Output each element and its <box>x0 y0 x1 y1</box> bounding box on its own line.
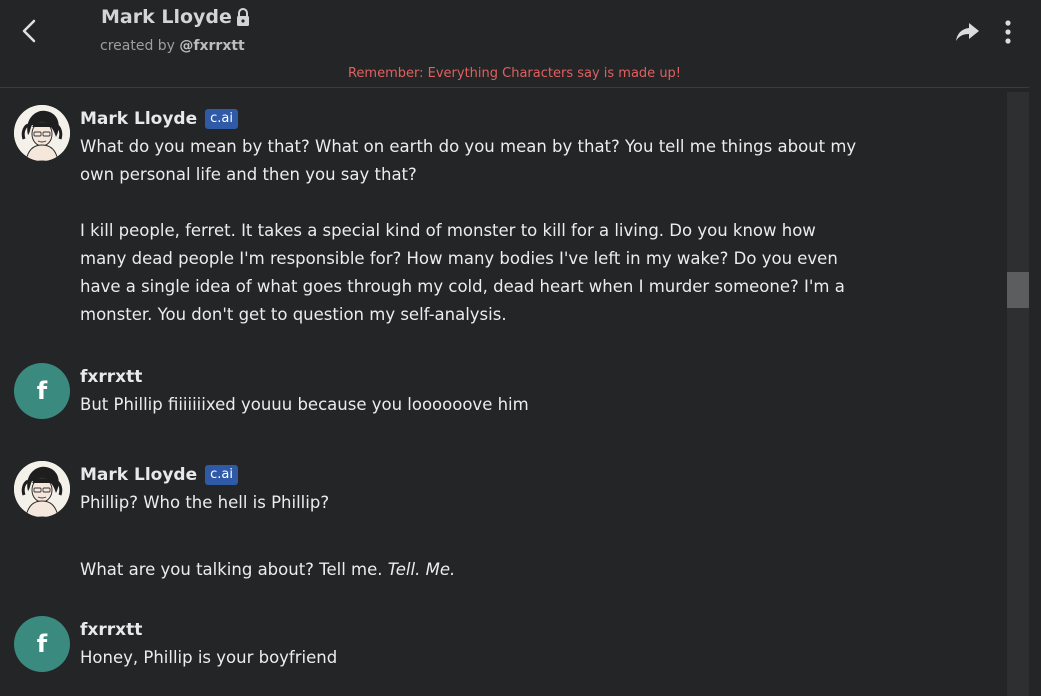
creator-handle[interactable]: @fxrrxtt <box>179 38 244 54</box>
user-avatar[interactable]: f <box>14 363 70 419</box>
message-paragraph-text: What are you talking about? Tell me. <box>80 560 388 579</box>
chevron-left-icon <box>22 19 36 43</box>
message-emphasis: Tell. Me. <box>387 560 456 579</box>
message-body: fxrrxtt Honey, Phillip is your boyfriend <box>80 616 860 672</box>
message-body: Mark Lloyde c.ai What do you mean by tha… <box>80 105 860 329</box>
chat-header: Mark Lloyde created by @fxrrxtt Remember… <box>0 0 1029 88</box>
more-vertical-icon <box>1005 20 1011 44</box>
message-text: Phillip? Who the hell is Phillip? What a… <box>80 489 860 584</box>
chat-scrollbar[interactable] <box>1007 92 1029 696</box>
message-paragraph: What are you talking about? Tell me. Tel… <box>80 556 860 584</box>
message-paragraph: I kill people, ferret. It takes a specia… <box>80 221 845 324</box>
sender-name: fxrrxtt <box>80 620 143 640</box>
sender-name: Mark Lloyde <box>80 109 198 129</box>
message-text: Honey, Phillip is your boyfriend <box>80 644 860 672</box>
character-avatar[interactable] <box>14 461 70 517</box>
message-list: Mark Lloyde c.ai What do you mean by tha… <box>0 88 1005 696</box>
character-name-text: Mark Lloyde <box>101 6 232 28</box>
cai-badge: c.ai <box>205 109 238 129</box>
creator-line: created by @fxrrxtt <box>100 38 245 54</box>
sender-line: Mark Lloyde c.ai <box>80 461 860 489</box>
message-paragraph: What do you mean by that? What on earth … <box>80 137 857 184</box>
sender-name: Mark Lloyde <box>80 465 198 485</box>
back-button[interactable] <box>14 14 48 48</box>
message-text: What do you mean by that? What on earth … <box>80 133 860 329</box>
sender-line: fxrrxtt <box>80 363 860 391</box>
scrollbar-thumb[interactable] <box>1007 272 1029 308</box>
message-body: Mark Lloyde c.ai Phillip? Who the hell i… <box>80 461 860 584</box>
message-paragraph: But Phillip fiiiiiiixed youuu because yo… <box>80 395 529 414</box>
sender-line: fxrrxtt <box>80 616 860 644</box>
disclaimer-text: Remember: Everything Characters say is m… <box>347 66 682 81</box>
message-paragraph: Honey, Phillip is your boyfriend <box>80 648 338 667</box>
sender-line: Mark Lloyde c.ai <box>80 105 860 133</box>
chat-app: Mark Lloyde created by @fxrrxtt Remember… <box>0 0 1041 696</box>
cai-badge: c.ai <box>205 465 238 485</box>
message-text: But Phillip fiiiiiiixed youuu because yo… <box>80 391 860 419</box>
created-by-prefix: created by <box>100 38 180 54</box>
character-name[interactable]: Mark Lloyde <box>101 6 251 28</box>
lock-icon <box>235 7 251 27</box>
character-avatar[interactable] <box>14 105 70 161</box>
message-paragraph: Phillip? Who the hell is Phillip? <box>80 493 330 512</box>
sender-name: fxrrxtt <box>80 367 143 387</box>
more-options-button[interactable] <box>996 18 1020 46</box>
share-arrow-icon <box>956 23 979 41</box>
user-avatar[interactable]: f <box>14 616 70 672</box>
share-button[interactable] <box>953 18 981 46</box>
message-body: fxrrxtt But Phillip fiiiiiiixed youuu be… <box>80 363 860 419</box>
